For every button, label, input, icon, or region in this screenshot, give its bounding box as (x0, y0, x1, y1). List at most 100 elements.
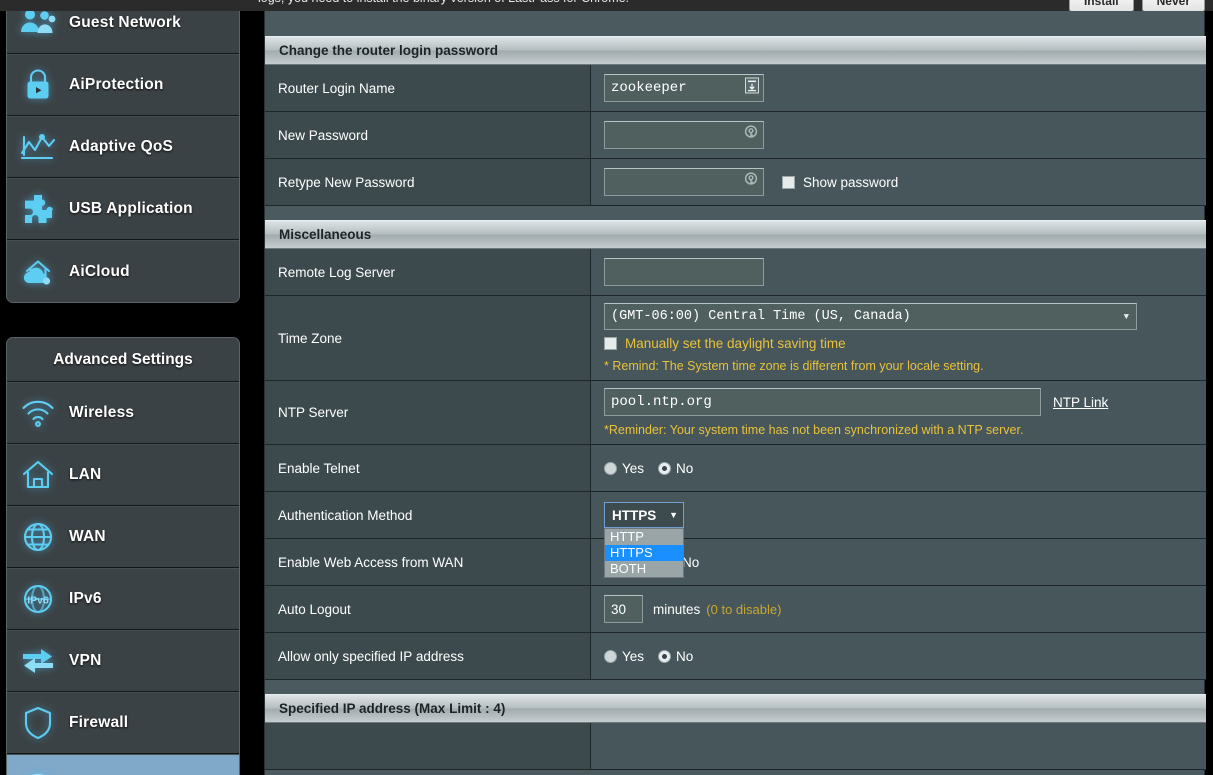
sidebar-label-usb-application: USB Application (69, 200, 193, 217)
row-allow-specified-ip: Allow only specified IP address Yes No (265, 633, 1206, 680)
telnet-no-option[interactable]: No (658, 461, 693, 476)
chevron-down-icon-auth: ▼ (669, 510, 678, 520)
notification-buttons: Install Never (1068, 0, 1205, 11)
auto-logout-input[interactable] (604, 595, 643, 623)
time-zone-select[interactable]: (GMT-06:00) Central Time (US, Canada) ▼ (604, 303, 1137, 330)
sidebar-item-ipv6[interactable]: IPv6 IPv6 (7, 568, 239, 630)
sidebar-label-guest-network: Guest Network (69, 13, 181, 31)
ntp-server-input[interactable] (604, 388, 1041, 416)
sidebar-item-firewall[interactable]: Firewall (7, 692, 239, 754)
sidebar-item-vpn[interactable]: VPN (7, 630, 239, 692)
ipv6-globe-icon: IPv6 (7, 568, 69, 630)
sidebar-item-wireless[interactable]: Wireless (7, 382, 239, 444)
sidebar-item-lan[interactable]: LAN (7, 444, 239, 506)
content-panel: Change the router login password, time z… (264, 0, 1206, 775)
label-specified-ip-blank (265, 723, 591, 769)
sidebar-item-administration[interactable] (7, 754, 239, 775)
telnet-no-radio[interactable] (658, 461, 672, 475)
row-remote-log-server: Remote Log Server (265, 249, 1206, 296)
value-auto-logout: minutes (0 to disable) (591, 586, 1206, 632)
administration-icon (7, 755, 69, 775)
sidebar-label-vpn: VPN (69, 652, 102, 669)
never-button[interactable]: Never (1141, 0, 1205, 11)
auto-logout-units: minutes (653, 601, 701, 617)
label-new-password: New Password (265, 112, 591, 158)
sidebar-label-wan: WAN (69, 528, 106, 545)
allowip-no-label: No (676, 648, 694, 664)
label-time-zone: Time Zone (265, 296, 591, 380)
install-button[interactable]: Install (1068, 0, 1134, 11)
webwan-no-option[interactable]: No (682, 555, 699, 570)
new-password-wrap (604, 121, 764, 149)
svg-text:IPv6: IPv6 (27, 595, 49, 607)
sidebar-group-title-advanced: Advanced Settings (7, 338, 239, 382)
dst-row[interactable]: Manually set the daylight saving time (604, 336, 846, 351)
row-retype-password: Retype New Password Show password (265, 159, 1206, 206)
row-time-zone: Time Zone (GMT-06:00) Central Time (US, … (265, 296, 1206, 381)
auth-method-selected-value: HTTPS (612, 507, 657, 523)
section-title-password: Change the router login password (279, 43, 499, 58)
sidebar-item-aicloud[interactable]: AiCloud (7, 240, 239, 302)
label-router-login-name: Router Login Name (265, 65, 591, 111)
notification-message: logs, you need to install the binary ver… (258, 0, 629, 5)
show-password-row[interactable]: Show password (782, 175, 898, 190)
sidebar-item-aiprotection[interactable]: AiProtection (7, 54, 239, 116)
telnet-yes-option[interactable]: Yes (604, 461, 644, 476)
value-retype-password: Show password (591, 159, 1206, 205)
ntp-input-line: NTP Link (604, 388, 1108, 416)
auth-method-select[interactable]: HTTPS ▼ (604, 502, 684, 528)
auth-option-http[interactable]: HTTP (605, 529, 683, 545)
remote-log-server-input[interactable] (604, 258, 764, 286)
router-login-name-input[interactable] (604, 74, 764, 102)
sidebar-group-advanced: Advanced Settings Wireless LAN WAN IPv6 … (6, 337, 240, 775)
retype-password-input[interactable] (604, 168, 764, 196)
auth-method-dropdown[interactable]: HTTPS ▼ HTTP HTTPS BOTH (604, 502, 684, 578)
value-time-zone: (GMT-06:00) Central Time (US, Canada) ▼ … (591, 296, 1206, 380)
retype-password-wrap (604, 168, 764, 196)
row-authentication-method: Authentication Method HTTPS ▼ HTTP HTTPS… (265, 492, 1206, 578)
chevron-down-icon: ▼ (1123, 311, 1129, 322)
row-auto-logout: Auto Logout minutes (0 to disable) (265, 586, 1206, 633)
time-zone-remind-note: * Remind: The System time zone is differ… (604, 359, 984, 373)
allowip-no-option[interactable]: No (658, 649, 693, 664)
value-router-login-name (591, 65, 1206, 111)
telnet-radio-group: Yes No (604, 461, 693, 476)
value-ntp-server: NTP Link *Reminder: Your system time has… (591, 381, 1206, 444)
sidebar-label-aiprotection: AiProtection (69, 76, 164, 93)
globe-icon (7, 506, 69, 568)
auth-option-both[interactable]: BOTH (605, 561, 683, 577)
telnet-no-label: No (676, 460, 694, 476)
auth-option-https[interactable]: HTTPS (605, 545, 683, 561)
new-password-input[interactable] (604, 121, 764, 149)
allowip-yes-radio[interactable] (604, 649, 617, 663)
label-authentication-method: Authentication Method (265, 492, 591, 538)
auto-logout-hint: (0 to disable) (706, 601, 782, 617)
telnet-yes-radio[interactable] (604, 461, 617, 475)
sidebar-item-usb-application[interactable]: USB Application (7, 178, 239, 240)
ntp-remind-note: *Reminder: Your system time has not been… (604, 423, 1024, 437)
label-allow-specified-ip: Allow only specified IP address (265, 633, 591, 679)
sidebar-label-firewall: Firewall (69, 714, 129, 731)
allowip-no-radio[interactable] (658, 649, 672, 663)
chart-line-icon (7, 116, 69, 178)
section-title-specified-ip: Specified IP address (Max Limit : 4) (279, 701, 506, 716)
section-gap-2 (265, 680, 1204, 694)
section-miscellaneous: Miscellaneous Remote Log Server Time Zon… (265, 220, 1206, 680)
show-password-label: Show password (803, 174, 899, 190)
lastpass-notification-bar: logs, you need to install the binary ver… (0, 0, 1213, 11)
show-password-checkbox[interactable] (782, 175, 795, 189)
label-retype-password: Retype New Password (265, 159, 591, 205)
section-header-specified-ip: Specified IP address (Max Limit : 4) (265, 694, 1206, 723)
allowip-yes-label: Yes (622, 648, 645, 664)
router-login-name-wrap (604, 74, 764, 102)
ntp-link[interactable]: NTP Link (1053, 395, 1108, 410)
house-icon (7, 444, 69, 506)
sidebar-item-wan[interactable]: WAN (7, 506, 239, 568)
auth-method-option-list[interactable]: HTTP HTTPS BOTH (604, 528, 684, 578)
sidebar-label-adaptive-qos: Adaptive QoS (69, 138, 174, 155)
section-change-password: Change the router login password Router … (265, 36, 1206, 206)
sidebar-item-adaptive-qos[interactable]: Adaptive QoS (7, 116, 239, 178)
daylight-saving-checkbox[interactable] (604, 337, 617, 350)
allowip-radio-group: Yes No (604, 649, 693, 664)
allowip-yes-option[interactable]: Yes (604, 649, 644, 664)
